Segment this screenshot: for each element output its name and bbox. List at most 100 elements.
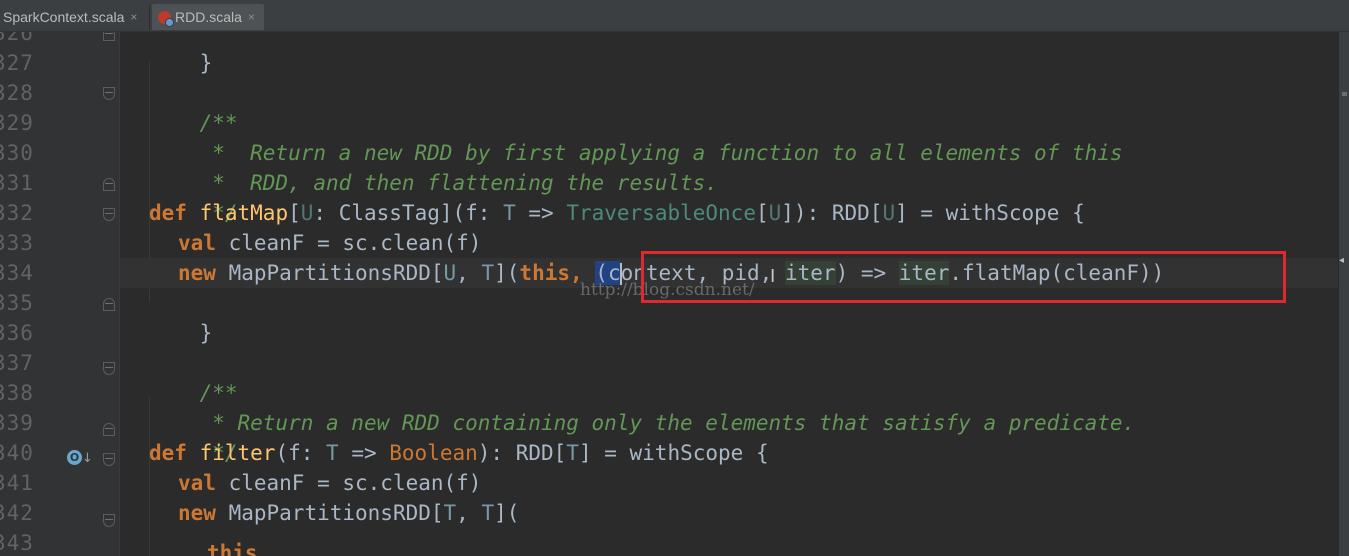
code-text: ] = withScope { <box>578 441 769 465</box>
chevron-left-icon[interactable]: ◂ <box>1339 255 1344 266</box>
type-param: U <box>443 261 457 285</box>
type-param: T <box>481 261 495 285</box>
fold-start-icon[interactable] <box>103 87 115 100</box>
keyword: this <box>207 541 258 556</box>
function-name: flatMap <box>199 201 289 225</box>
code-text: MapPartitionsRDD[ <box>215 261 444 285</box>
tab-rdd-scala[interactable]: RDD.scala × <box>152 4 264 30</box>
code-text: ]): RDD[ <box>781 201 883 225</box>
scala-file-icon <box>158 10 174 27</box>
code-line-340: def filter(f: T => Boolean): RDD[T] = wi… <box>149 438 769 468</box>
editor-tab-bar: SparkContext.scala × RDD.scala × <box>0 0 1349 32</box>
keyword: val <box>178 231 216 255</box>
code-editor[interactable]: } /** * Return a new RDD by first applyi… <box>120 32 1338 556</box>
trait-name: TraversableOnce <box>566 201 756 225</box>
identifier-highlight: iter <box>784 261 836 285</box>
code-text: , <box>456 261 482 285</box>
line-number: 331 <box>0 171 34 195</box>
code-text: ] = withScope { <box>895 201 1085 225</box>
line-number: 338 <box>0 381 34 405</box>
code-text: } <box>199 321 213 345</box>
fold-start-icon[interactable] <box>103 453 115 466</box>
tab-sparkcontext-scala[interactable]: SparkContext.scala × <box>0 4 150 30</box>
fold-start-icon[interactable] <box>103 208 115 221</box>
keyword: new <box>178 501 216 525</box>
code-text: ]( <box>494 261 520 285</box>
code-text: ]( <box>494 501 520 525</box>
code-text: cleanF = sc.clean(f) <box>215 471 482 495</box>
arrow-down-icon: ↓ <box>82 451 93 466</box>
type-param: T <box>566 441 579 465</box>
line-number: 327 <box>0 51 34 75</box>
code-text: .flatMap(cleanF) <box>949 261 1152 285</box>
line-number: 326 <box>0 32 34 45</box>
keyword: new <box>178 261 216 285</box>
line-number: 343 <box>0 531 34 555</box>
keyword: val <box>178 471 216 495</box>
doc-comment: * Return a new RDD containing only the e… <box>199 411 1136 435</box>
fold-end-icon[interactable] <box>103 423 115 436</box>
code-line-329: * Return a new RDD by first applying a f… <box>149 108 1122 165</box>
code-text: [ <box>755 201 769 225</box>
code-text: => <box>338 441 390 465</box>
fold-end-icon[interactable] <box>103 298 115 311</box>
code-line-333: val cleanF = sc.clean(f) <box>178 228 481 258</box>
fold-end-icon[interactable] <box>103 178 115 191</box>
line-number: 328 <box>0 81 34 105</box>
code-text: , <box>456 501 482 525</box>
code-line-337: /** <box>149 348 238 405</box>
code-text: cleanF = sc.clean(f) <box>215 231 482 255</box>
overrides-method-icon[interactable]: O <box>67 450 82 465</box>
type-param: U <box>768 201 782 225</box>
watermark: http://blog.csdn.net/ <box>580 280 755 300</box>
code-line-339: */ <box>149 408 237 465</box>
line-number: 329 <box>0 111 34 135</box>
line-number: 332 <box>0 201 34 225</box>
type-name: Boolean <box>389 441 478 465</box>
close-icon[interactable]: × <box>130 10 137 24</box>
line-number: 337 <box>0 351 34 375</box>
code-text: } <box>199 51 213 75</box>
code-text: (f: <box>275 441 327 465</box>
keyword: this <box>519 261 570 285</box>
code-line-342: new MapPartitionsRDD[T, T]( <box>178 498 519 528</box>
keyword: def <box>149 201 187 225</box>
code-line-338: * Return a new RDD containing only the e… <box>149 378 1135 435</box>
line-number: 336 <box>0 321 34 345</box>
code-line-328: /** <box>149 78 238 135</box>
type-param: T <box>326 441 339 465</box>
line-number: 340 <box>0 441 34 465</box>
line-number: 333 <box>0 231 34 255</box>
code-text: ): RDD[ <box>477 441 567 465</box>
code-line-343: this <box>207 538 258 556</box>
fold-end-icon[interactable] <box>103 32 115 41</box>
type-param: U <box>300 201 314 225</box>
code-line-331: */ <box>149 168 237 225</box>
code-line-326: } <box>149 32 213 75</box>
line-number-gutter[interactable]: 326 327 328 329 330 331 332 333 334 335 … <box>0 32 120 556</box>
doc-comment: * RDD, and then flattening the results. <box>199 171 718 195</box>
scroll-marker[interactable] <box>1342 92 1347 96</box>
code-line-335: } <box>149 288 213 345</box>
editor-right-strip[interactable] <box>1338 32 1349 556</box>
close-icon[interactable]: × <box>248 10 255 24</box>
line-number: 330 <box>0 141 34 165</box>
type-param: T <box>503 201 516 225</box>
tab-label: RDD.scala <box>175 9 242 25</box>
code-text: => <box>515 201 567 225</box>
code-text: ) => <box>835 261 899 285</box>
type-param: T <box>481 501 495 525</box>
tab-label: SparkContext.scala <box>3 9 125 25</box>
line-number: 341 <box>0 471 34 495</box>
code-line-341: val cleanF = sc.clean(f) <box>178 468 481 498</box>
line-number: 339 <box>0 411 34 435</box>
type-param: T <box>443 501 457 525</box>
line-number: 342 <box>0 501 34 525</box>
keyword: def <box>149 441 187 465</box>
type-param: U <box>882 201 896 225</box>
fold-start-icon[interactable] <box>103 362 115 375</box>
fold-start-icon[interactable] <box>103 514 115 527</box>
function-name: filter <box>199 441 276 465</box>
code-line-332: def flatMap[U: ClassTag](f: T => Travers… <box>149 198 1085 228</box>
matching-paren: ) <box>1151 261 1165 285</box>
